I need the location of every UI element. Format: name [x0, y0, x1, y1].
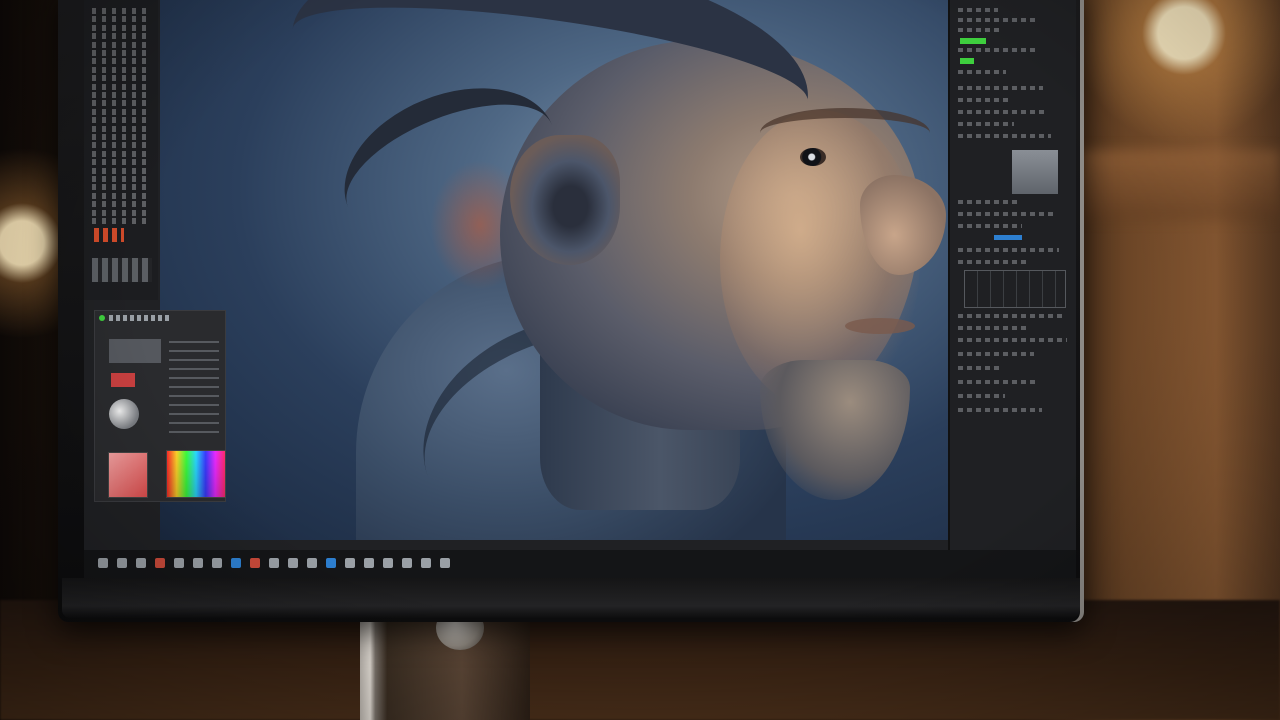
property-row[interactable]: [958, 200, 1018, 204]
tool-active-indicator[interactable]: [94, 228, 124, 242]
app-icon[interactable]: [193, 558, 203, 568]
color-picker-spectrum[interactable]: [166, 450, 226, 498]
app-icon[interactable]: [212, 558, 222, 568]
blurred-shelf: [1080, 150, 1280, 220]
property-slider-green[interactable]: [960, 38, 986, 44]
tool-row[interactable]: [92, 218, 148, 224]
monitor-chin: [62, 578, 1080, 618]
tool-row[interactable]: [92, 50, 148, 56]
property-row[interactable]: [958, 394, 1005, 398]
taskbar: [84, 550, 1076, 578]
app-icon[interactable]: [440, 558, 450, 568]
tool-row[interactable]: [92, 33, 148, 40]
app-icon[interactable]: [288, 558, 298, 568]
property-row[interactable]: [958, 326, 1030, 330]
tool-row[interactable]: [92, 134, 148, 140]
tool-row[interactable]: [92, 83, 148, 90]
tool-row[interactable]: [92, 117, 148, 124]
property-row[interactable]: [958, 48, 1039, 52]
viewport-canvas[interactable]: [160, 0, 950, 540]
property-row[interactable]: [958, 86, 1043, 90]
app-icon[interactable]: [269, 558, 279, 568]
app-icon[interactable]: [383, 558, 393, 568]
brush-sliders[interactable]: [169, 341, 219, 433]
tool-row[interactable]: [92, 66, 148, 73]
property-row[interactable]: [958, 248, 1059, 252]
tool-row[interactable]: [92, 176, 148, 182]
property-row[interactable]: [958, 224, 1022, 228]
property-row[interactable]: [958, 352, 1034, 356]
tool-row[interactable]: [92, 24, 148, 31]
sculpt-lips: [845, 318, 915, 334]
brush-preview[interactable]: [109, 339, 161, 363]
monitor-screen: [84, 0, 1076, 578]
app-icon[interactable]: [250, 558, 260, 568]
property-row[interactable]: [958, 212, 1055, 216]
property-row[interactable]: [958, 122, 1014, 126]
panel-title: [109, 315, 169, 321]
property-row[interactable]: [958, 28, 1002, 32]
panel-status-dot: [99, 315, 105, 321]
property-row[interactable]: [958, 366, 1001, 370]
property-row[interactable]: [958, 98, 1010, 102]
app-icon[interactable]: [174, 558, 184, 568]
tool-row[interactable]: [92, 92, 148, 98]
color-swatch-red[interactable]: [108, 452, 148, 498]
tool-row[interactable]: [92, 100, 148, 107]
property-slider-green[interactable]: [960, 58, 974, 64]
material-preview-swatch[interactable]: [1012, 150, 1058, 194]
app-icon[interactable]: [345, 558, 355, 568]
tool-row[interactable]: [92, 192, 148, 199]
app-icon[interactable]: [421, 558, 431, 568]
app-icon[interactable]: [326, 558, 336, 568]
tool-row[interactable]: [92, 75, 148, 82]
tool-row[interactable]: [92, 159, 148, 166]
property-row[interactable]: [958, 314, 1063, 318]
tool-options-block[interactable]: [92, 258, 152, 282]
tool-row[interactable]: [92, 41, 148, 48]
tool-row[interactable]: [92, 184, 148, 191]
property-row[interactable]: [958, 110, 1047, 114]
tool-strip[interactable]: [84, 0, 158, 300]
properties-panel[interactable]: [948, 0, 1076, 550]
property-row[interactable]: [958, 408, 1042, 412]
tool-row[interactable]: [92, 16, 148, 23]
property-row[interactable]: [958, 134, 1051, 138]
app-icon[interactable]: [364, 558, 374, 568]
app-icon[interactable]: [231, 558, 241, 568]
app-icon[interactable]: [402, 558, 412, 568]
app-icon[interactable]: [136, 558, 146, 568]
sculpt-eye: [800, 148, 826, 166]
tool-row[interactable]: [92, 108, 148, 115]
app-icon[interactable]: [307, 558, 317, 568]
property-row[interactable]: [958, 260, 1026, 264]
curve-graph[interactable]: [964, 270, 1066, 308]
tool-row[interactable]: [92, 58, 148, 65]
tool-row[interactable]: [92, 150, 148, 157]
tool-row[interactable]: [92, 142, 148, 149]
property-row[interactable]: [958, 70, 1006, 74]
tool-row[interactable]: [92, 8, 148, 14]
tool-row[interactable]: [92, 125, 148, 132]
property-slider-blue[interactable]: [994, 235, 1022, 240]
app-icon[interactable]: [98, 558, 108, 568]
tool-row[interactable]: [92, 167, 148, 174]
property-row[interactable]: [958, 18, 1035, 22]
property-row[interactable]: [958, 380, 1038, 384]
app-icon[interactable]: [155, 558, 165, 568]
property-row[interactable]: [958, 8, 998, 12]
app-icon[interactable]: [117, 558, 127, 568]
property-row[interactable]: [958, 338, 1067, 342]
tool-row[interactable]: [92, 209, 148, 216]
alpha-preview-icon[interactable]: [109, 399, 139, 429]
brush-color-chip[interactable]: [111, 373, 135, 387]
tool-row[interactable]: [92, 201, 148, 208]
